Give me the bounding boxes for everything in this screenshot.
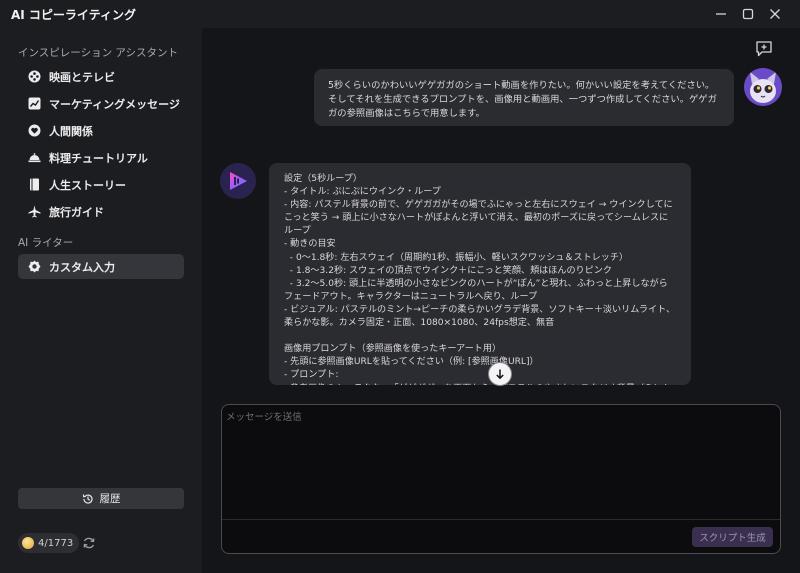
coin-icon	[22, 537, 34, 549]
user-avatar	[744, 68, 782, 106]
sidebar-item-travel[interactable]: 旅行ガイド	[18, 199, 184, 224]
cat-avatar-icon	[744, 68, 782, 106]
close-icon	[770, 9, 780, 19]
heart-icon	[27, 124, 41, 138]
maximize-button[interactable]	[738, 4, 758, 24]
sidebar: インスピレーション アシスタント 映画とテレビ マーケティングメッセージ 人間関…	[0, 28, 202, 573]
chat-plus-icon	[756, 41, 772, 57]
sidebar-item-life-story[interactable]: 人生ストーリー	[18, 172, 184, 197]
chart-icon	[27, 97, 41, 111]
composer-divider	[222, 519, 780, 520]
sidebar-item-label: 人間関係	[49, 124, 93, 138]
sidebar-item-label: カスタム入力	[49, 260, 115, 274]
generate-script-button[interactable]: スクリプト生成	[692, 527, 773, 547]
chat-area: 5秒くらいのかわいいゲゲガガのショート動画を作りたい。何かいい設定を考えてくださ…	[202, 28, 800, 573]
film-reel-icon	[27, 70, 41, 84]
credit-badge: 4/1773	[18, 533, 80, 553]
sidebar-item-label: 映画とテレビ	[49, 70, 115, 84]
assistant-logo-icon	[230, 172, 247, 190]
history-label: 履歴	[99, 493, 121, 505]
section-ai-writer: AI ライター	[18, 237, 74, 249]
sidebar-item-label: 料理チュートリアル	[49, 151, 148, 165]
book-icon	[27, 178, 41, 192]
cloche-icon	[27, 151, 41, 165]
message-composer: スクリプト生成	[221, 404, 781, 554]
sidebar-item-label: 旅行ガイド	[49, 205, 104, 219]
refresh-credits-button[interactable]	[82, 536, 96, 550]
history-button[interactable]: 履歴	[18, 488, 184, 509]
sidebar-item-marketing[interactable]: マーケティングメッセージ	[18, 91, 184, 116]
new-chat-button[interactable]	[753, 38, 775, 60]
sidebar-item-custom-input[interactable]: カスタム入力	[18, 254, 184, 279]
scroll-to-bottom-button[interactable]	[488, 362, 512, 386]
sidebar-item-movies-tv[interactable]: 映画とテレビ	[18, 64, 184, 89]
history-icon	[82, 493, 94, 505]
sidebar-item-cooking[interactable]: 料理チュートリアル	[18, 145, 184, 170]
minimize-button[interactable]	[711, 4, 731, 24]
app-window: AI コピーライティング インスピレーション アシスタント 映画とテレビ マーケ…	[0, 0, 800, 573]
credit-count: 4/1773	[38, 537, 74, 549]
maximize-icon	[742, 8, 754, 20]
title-bar: AI コピーライティング	[0, 0, 800, 28]
app-title: AI コピーライティング	[11, 8, 136, 22]
arrow-down-icon	[496, 369, 504, 380]
assistant-message-text: 設定（5秒ループ） - タイトル: ぷにぷにウインク・ループ - 内容: パステ…	[284, 174, 676, 385]
user-message: 5秒くらいのかわいいゲゲガガのショート動画を作りたい。何かいい設定を考えてくださ…	[314, 69, 734, 126]
sidebar-item-label: マーケティングメッセージ	[49, 97, 180, 111]
refresh-icon	[83, 537, 95, 549]
close-button[interactable]	[765, 4, 785, 24]
assistant-avatar	[220, 163, 256, 199]
sidebar-item-label: 人生ストーリー	[49, 178, 126, 192]
message-input[interactable]	[226, 409, 776, 509]
sidebar-item-relationships[interactable]: 人間関係	[18, 118, 184, 143]
section-inspiration: インスピレーション アシスタント	[18, 47, 178, 59]
airplane-icon	[27, 205, 41, 219]
gear-icon	[27, 260, 41, 274]
minimize-icon	[716, 13, 726, 15]
assistant-message: 設定（5秒ループ） - タイトル: ぷにぷにウインク・ループ - 内容: パステ…	[269, 163, 691, 385]
